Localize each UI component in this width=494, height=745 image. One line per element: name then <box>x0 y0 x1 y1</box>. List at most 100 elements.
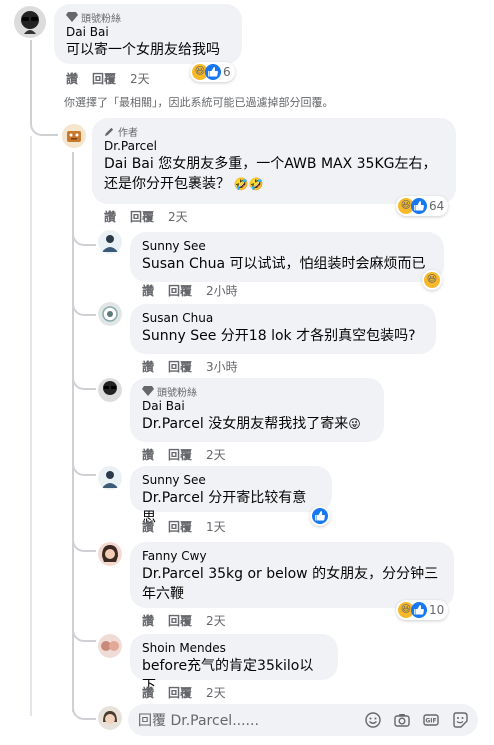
comment-author[interactable]: Dai Bai <box>142 398 372 414</box>
mention-link[interactable]: Susan Chua <box>142 256 225 272</box>
reaction-summary[interactable]: 😆 6 <box>190 62 235 82</box>
comment-text: Sunny See 分开18 lok 才各别真空包装吗? <box>142 328 416 344</box>
rofl-icon: 🤣🤣 <box>230 177 264 191</box>
camera-icon[interactable] <box>394 712 410 728</box>
mention-link[interactable]: Dai Bai <box>104 156 154 172</box>
timestamp[interactable]: 2天 <box>206 684 226 701</box>
author-badge: 作者 <box>104 124 444 139</box>
comment-actions: 讚 回覆 2天 <box>66 70 150 87</box>
comment-author[interactable]: Shoin Mendes <box>142 640 326 656</box>
comment-actions: 讚 回覆 3小時 <box>142 358 238 375</box>
mention-link[interactable]: Dr.Parcel <box>142 566 204 582</box>
reaction-summary[interactable]: 😆 10 <box>396 600 449 620</box>
comment-text: 可以寄一个女朋友给我吗 <box>66 42 220 58</box>
like-icon <box>312 508 328 524</box>
like-button[interactable]: 讚 <box>142 684 154 701</box>
reply-placeholder[interactable]: 回覆 Dr.Parcel...... <box>138 710 352 730</box>
avatar[interactable] <box>98 230 122 254</box>
thread-connector <box>30 112 58 136</box>
like-button[interactable]: 讚 <box>104 208 116 225</box>
reaction-count: 6 <box>223 65 231 79</box>
mention-link[interactable]: Dr.Parcel <box>142 416 204 432</box>
reaction-summary[interactable] <box>310 506 330 526</box>
reply-button[interactable]: 回覆 <box>168 358 192 375</box>
like-icon <box>205 64 221 80</box>
timestamp[interactable]: 2天 <box>206 612 226 629</box>
comment-actions: 讚 回覆 2天 <box>142 684 226 701</box>
avatar[interactable] <box>98 466 122 490</box>
reaction-count: 64 <box>429 199 445 213</box>
reply-connector-3 <box>72 366 96 390</box>
timestamp[interactable]: 1天 <box>206 518 226 535</box>
thread-line-left <box>30 136 32 716</box>
comment-text: Susan Chua 可以试试，怕组装时会麻烦而已 <box>142 256 426 272</box>
mention-link[interactable]: Dr.Parcel <box>142 490 204 506</box>
reaction-count: 10 <box>429 603 445 617</box>
timestamp[interactable]: 2天 <box>130 70 150 87</box>
avatar[interactable] <box>14 6 46 38</box>
diamond-badge-icon <box>66 12 78 22</box>
reply-button[interactable]: 回覆 <box>130 208 154 225</box>
haha-icon: 😆 <box>424 272 440 288</box>
pencil-icon <box>104 127 114 136</box>
reply-button[interactable]: 回覆 <box>168 684 192 701</box>
like-button[interactable]: 讚 <box>142 282 154 299</box>
comment-bubble: 頭號粉絲 Dai Bai Dr.Parcel 没女朋友帮我找了寄来😜 <box>130 378 384 442</box>
diamond-badge-icon <box>142 386 154 396</box>
like-button[interactable]: 讚 <box>142 446 154 463</box>
comment-text: Dr.Parcel 35kg or below 的女朋友，分分钟三 <box>142 566 439 582</box>
avatar[interactable] <box>98 378 122 402</box>
fan-badge: 頭號粉絲 <box>142 384 372 399</box>
reply-input[interactable]: 回覆 Dr.Parcel...... GIF <box>128 704 478 736</box>
reply-button[interactable]: 回覆 <box>168 282 192 299</box>
current-user-avatar <box>98 706 122 730</box>
reply-button[interactable]: 回覆 <box>92 70 116 87</box>
sticker-icon[interactable] <box>452 712 468 728</box>
comment-text: Dai Bai 您女朋友多重，一个AWB MAX 35KG左右， <box>104 156 437 172</box>
timestamp[interactable]: 2天 <box>206 446 226 463</box>
comment-bubble: Susan Chua Sunny See 分开18 lok 才各别真空包装吗? <box>130 304 436 354</box>
comment-actions: 讚 回覆 2天 <box>104 208 188 225</box>
comment-actions: 讚 回覆 1天 <box>142 518 226 535</box>
comment-author[interactable]: Fanny Cwy <box>142 548 442 564</box>
gif-icon[interactable]: GIF <box>423 712 439 728</box>
comment-author[interactable]: Dai Bai <box>66 24 230 40</box>
comment-text-line2: 年六鞭 <box>142 586 184 602</box>
reaction-summary[interactable]: 😆 64 <box>396 196 449 216</box>
comment-author[interactable]: Dr.Parcel <box>104 138 444 154</box>
like-button[interactable]: 讚 <box>142 518 154 535</box>
avatar[interactable] <box>98 542 122 566</box>
reaction-summary[interactable]: 😆 <box>422 270 442 290</box>
avatar[interactable] <box>98 634 122 658</box>
comment-author[interactable]: Sunny See <box>142 238 432 254</box>
like-icon <box>411 602 427 618</box>
avatar[interactable] <box>62 124 86 148</box>
timestamp[interactable]: 3小時 <box>206 358 238 375</box>
reply-connector-4 <box>72 452 96 476</box>
reply-connector-5 <box>72 528 96 552</box>
comment-bubble: Sunny See Susan Chua 可以试试，怕组装时会麻烦而已 <box>130 232 444 282</box>
thread-line-main <box>30 40 32 120</box>
comment-text: Dr.Parcel 没女朋友帮我找了寄来😜 <box>142 416 361 432</box>
like-button[interactable]: 讚 <box>142 358 154 375</box>
mention-link[interactable]: Sunny See <box>142 328 216 344</box>
reply-connector-7 <box>72 696 96 720</box>
avatar[interactable] <box>98 302 122 326</box>
reply-button[interactable]: 回覆 <box>168 612 192 629</box>
comment-author[interactable]: Susan Chua <box>142 310 424 326</box>
comment-bubble: Shoin Mendes before充气的肯定35kilo以下 <box>130 634 338 694</box>
timestamp[interactable]: 2天 <box>168 208 188 225</box>
reply-button[interactable]: 回覆 <box>168 446 192 463</box>
comment-bubble: 頭號粉絲 Dai Bai 可以寄一个女朋友给我吗 <box>54 4 242 64</box>
emoji-icon[interactable] <box>365 712 381 728</box>
comment-actions: 讚 回覆 2小時 <box>142 282 238 299</box>
comment-author[interactable]: Sunny See <box>142 472 320 488</box>
filter-note: 你選擇了「最相關」，因此系統可能已過濾掉部分回覆。 <box>64 96 334 109</box>
comment-actions: 讚 回覆 2天 <box>142 612 226 629</box>
timestamp[interactable]: 2小時 <box>206 282 238 299</box>
like-button[interactable]: 讚 <box>142 612 154 629</box>
reply-connector-1 <box>72 222 96 246</box>
like-button[interactable]: 讚 <box>66 70 78 87</box>
reply-button[interactable]: 回覆 <box>168 518 192 535</box>
comment-bubble: Fanny Cwy Dr.Parcel 35kg or below 的女朋友，分… <box>130 542 454 608</box>
